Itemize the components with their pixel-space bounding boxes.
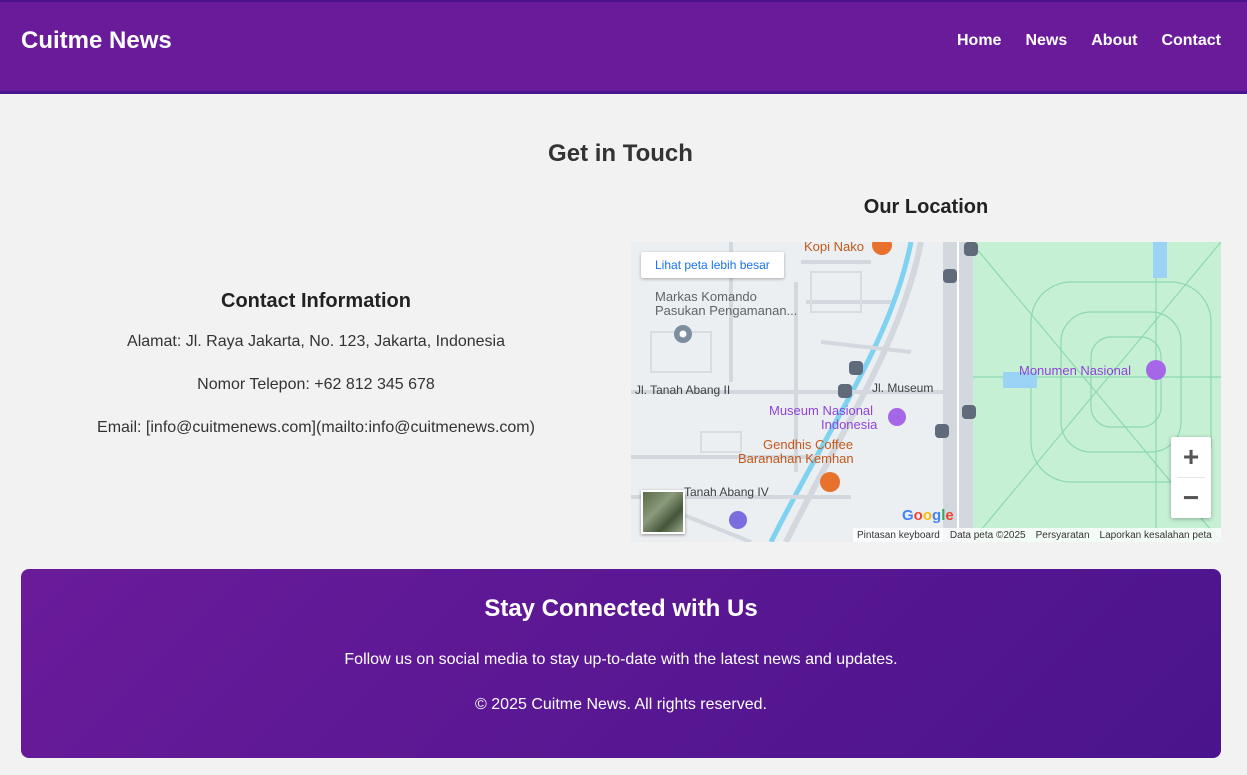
satellite-toggle-button[interactable]: [641, 490, 685, 534]
contact-phone: Nomor Telepon: +62 812 345 678: [197, 376, 435, 393]
map-terms-link[interactable]: Persyaratan: [1036, 530, 1090, 541]
google-logo: Google: [902, 507, 954, 524]
footer-title: Stay Connected with Us: [484, 595, 758, 622]
zoom-out-button[interactable]: −: [1171, 478, 1211, 518]
contact-info-section: Contact Information Alamat: Jl. Raya Jak…: [21, 290, 611, 462]
view-larger-map-button[interactable]: Lihat peta lebih besar: [641, 252, 784, 278]
map-label-kopi-nako[interactable]: Kopi Nako: [804, 242, 864, 254]
site-footer: Stay Connected with Us Follow us on soci…: [21, 569, 1221, 758]
contact-info-title: Contact Information: [221, 290, 411, 312]
nav-news[interactable]: News: [1025, 32, 1067, 50]
map-label-tanah-abang-ii: Jl. Tanah Abang II: [635, 383, 731, 397]
map-label-jl-museum: Jl. Museum: [872, 381, 934, 395]
footer-copyright: © 2025 Cuitme News. All rights reserved.: [475, 696, 767, 713]
nav-contact[interactable]: Contact: [1161, 32, 1221, 50]
map-label-monas[interactable]: Monumen Nasional: [1019, 363, 1131, 378]
footer-text: Follow us on social media to stay up-to-…: [344, 651, 898, 668]
map-label-markas-1[interactable]: Markas Komando: [655, 289, 757, 304]
site-brand[interactable]: Cuitme News: [21, 27, 172, 55]
map-label-markas-2[interactable]: Pasukan Pengamanan...: [655, 303, 797, 318]
nav-home[interactable]: Home: [957, 32, 1001, 50]
contact-address: Alamat: Jl. Raya Jakarta, No. 123, Jakar…: [127, 333, 505, 350]
map-label-gendhis-2[interactable]: Baranahan Kemhan: [738, 451, 854, 466]
site-header: Cuitme News Home News About Contact: [0, 0, 1247, 94]
map-label-gendhis-1[interactable]: Gendhis Coffee: [763, 437, 853, 452]
map-label-museum-2[interactable]: Indonesia: [821, 417, 877, 432]
map-label-tanah-abang-iv: Tanah Abang IV: [684, 485, 769, 499]
page-title: Get in Touch: [548, 140, 693, 167]
main-nav: Home News About Contact: [957, 32, 1221, 50]
map-data-text: Data peta ©2025: [949, 529, 1026, 541]
contact-email: Email: [info@cuitmenews.com](mailto:info…: [97, 419, 535, 436]
map-label-museum-1[interactable]: Museum Nasional: [769, 403, 873, 418]
map-report-error-link[interactable]: Laporkan kesalahan peta: [1100, 530, 1212, 541]
nav-about[interactable]: About: [1091, 32, 1137, 50]
map-zoom-controls: + −: [1171, 437, 1211, 518]
embedded-map[interactable]: Lihat peta lebih besar Kopi Nako Markas …: [631, 242, 1221, 542]
map-keyboard-shortcuts-link[interactable]: Pintasan keyboard: [857, 530, 940, 541]
zoom-in-button[interactable]: +: [1171, 437, 1211, 477]
map-attribution-bar: Pintasan keyboard Data peta ©2025 Persya…: [853, 528, 1221, 542]
location-title: Our Location: [863, 196, 989, 218]
